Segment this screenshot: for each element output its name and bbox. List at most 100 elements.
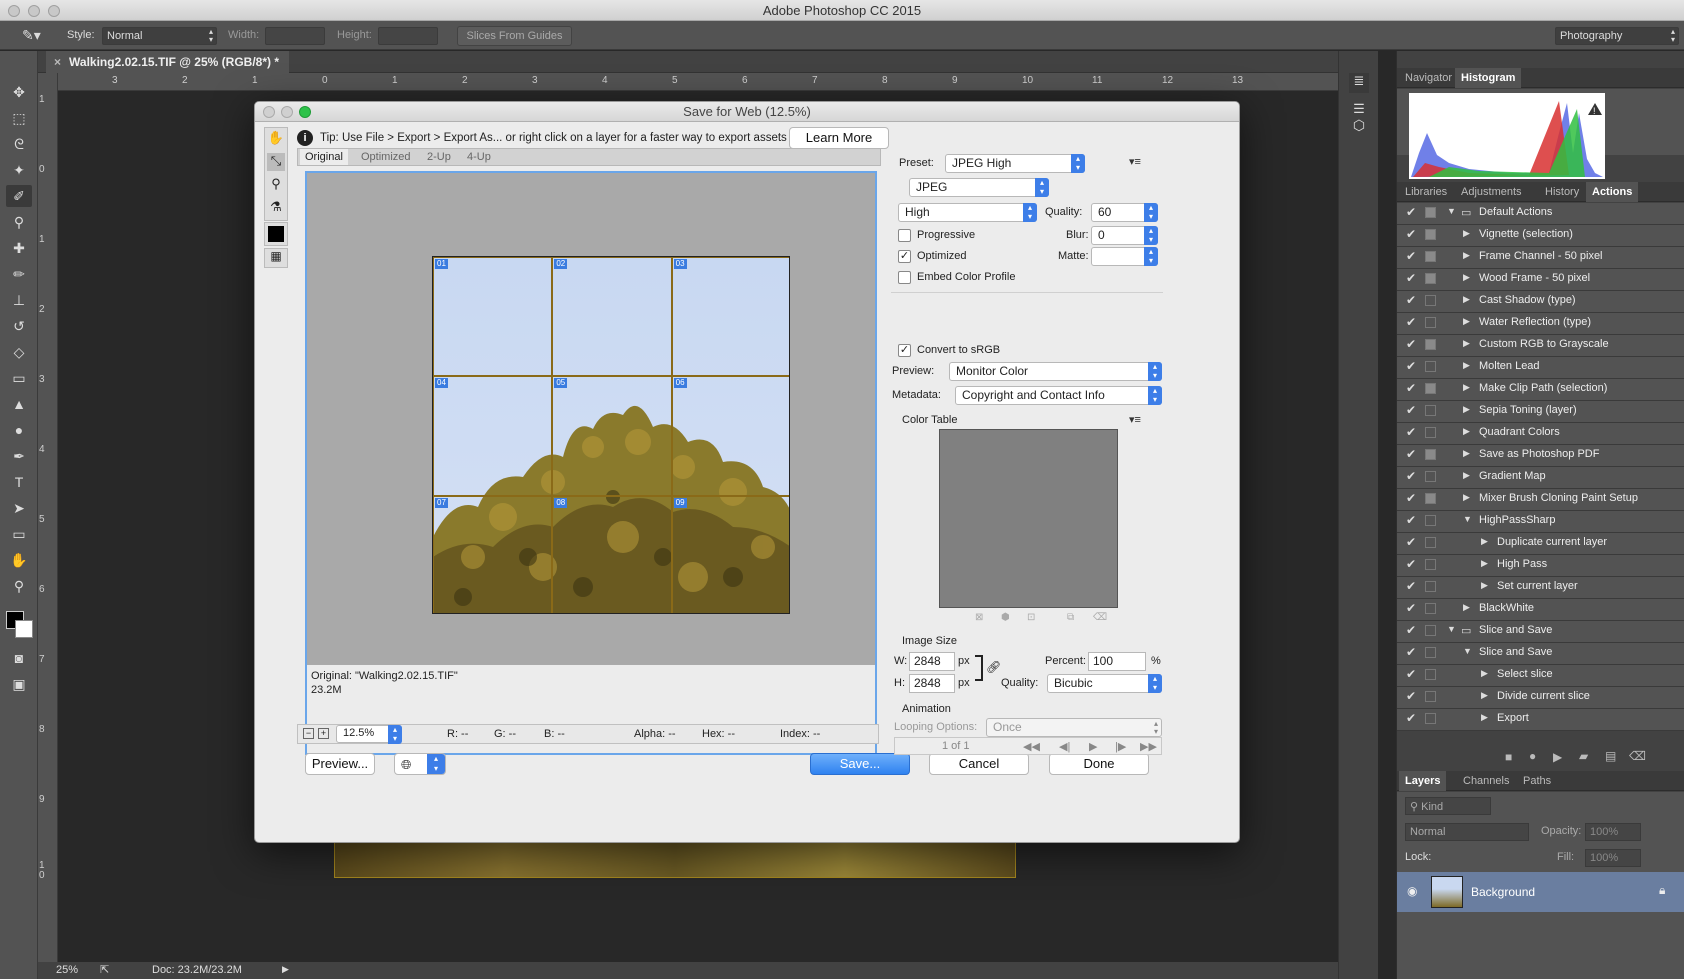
record-icon[interactable]: ● [1529,749,1536,763]
action-enabled-check[interactable]: ✔ [1406,469,1416,483]
action-enabled-check[interactable]: ✔ [1406,579,1416,593]
tab-paths[interactable]: Paths [1517,771,1557,791]
progressive-checkbox[interactable] [898,229,911,242]
path-selection-tool-icon[interactable]: ➤ [6,497,32,519]
lasso-tool-icon[interactable]: ᘓ [6,133,32,155]
dialog-toggle-box[interactable] [1425,471,1436,482]
width-input[interactable]: 2848 [909,652,955,671]
dialog-toggle-box[interactable] [1425,581,1436,592]
dialog-toggle-box[interactable] [1425,691,1436,702]
action-enabled-check[interactable]: ✔ [1406,535,1416,549]
zoom-window-button[interactable] [48,5,60,17]
slice-tool-icon[interactable]: ✎▾ [22,27,41,44]
dialog-toggle-box[interactable] [1425,229,1436,240]
expand-closed-icon[interactable]: ▶ [1463,360,1470,371]
web-shift-icon[interactable]: ⬢ [1001,612,1010,623]
workspace-select[interactable]: Photography ▴ ▾ [1555,27,1679,45]
action-item[interactable]: ✔ ▼ HighPassSharp [1397,511,1684,533]
quality-input[interactable]: 60 ▴ ▾ [1091,203,1158,222]
tab-history[interactable]: History [1539,182,1585,202]
move-tool-icon[interactable]: ✥ [6,81,32,103]
expand-closed-icon[interactable]: ▶ [1481,580,1488,591]
action-enabled-check[interactable]: ✔ [1406,447,1416,461]
brush-tool-icon[interactable]: ✏ [6,263,32,285]
blend-mode-select[interactable]: Normal [1405,823,1529,841]
action-enabled-check[interactable]: ✔ [1406,381,1416,395]
screen-mode-icon[interactable]: ▣ [6,673,32,695]
action-item[interactable]: ✔ ▶ Gradient Map [1397,467,1684,489]
action-enabled-check[interactable]: ✔ [1406,425,1416,439]
quick-mask-icon[interactable]: ◙ [6,647,32,669]
action-item[interactable]: ✔ ▶ Mixer Brush Cloning Paint Setup [1397,489,1684,511]
hand-tool-icon[interactable]: ✋ [267,130,285,148]
dialog-toggle-box[interactable] [1425,295,1436,306]
dialog-zoom-button[interactable] [299,106,311,118]
action-enabled-check[interactable]: ✔ [1406,205,1416,219]
action-enabled-check[interactable]: ✔ [1406,293,1416,307]
height-input[interactable]: 2848 [909,674,955,693]
zoom-tool-icon[interactable]: ⚲ [267,176,285,194]
pen-tool-icon[interactable]: ✒ [6,445,32,467]
layer-row-background[interactable]: ◉ Background 🔒︎ [1397,872,1684,912]
status-menu-icon[interactable]: ▶ [282,964,289,975]
slice[interactable]: 08 [552,495,672,613]
action-item[interactable]: ✔ ▶ Vignette (selection) [1397,225,1684,247]
width-input[interactable] [265,27,325,45]
dialog-toggle-box[interactable] [1425,537,1436,548]
dialog-close-button[interactable] [263,106,275,118]
resample-select[interactable]: Bicubic ▴ ▾ [1047,674,1162,693]
dialog-toggle-box[interactable] [1425,405,1436,416]
action-item[interactable]: ✔ ▶ Custom RGB to Grayscale [1397,335,1684,357]
dodge-tool-icon[interactable]: ● [6,419,32,441]
stop-icon[interactable]: ■ [1505,750,1512,764]
document-tab[interactable]: × Walking2.02.15.TIF @ 25% (RGB/8*) * [46,51,289,73]
action-enabled-check[interactable]: ✔ [1406,359,1416,373]
optimize-menu-icon[interactable]: ▾≡ [1129,155,1141,168]
new-set-icon[interactable]: ▰ [1579,749,1588,763]
action-enabled-check[interactable]: ✔ [1406,689,1416,703]
expand-open-icon[interactable]: ▼ [1447,206,1456,216]
slice[interactable]: 04 [433,376,553,496]
action-item[interactable]: ✔ ▶ Water Reflection (type) [1397,313,1684,335]
preview-button[interactable]: Preview... [305,753,375,775]
expand-closed-icon[interactable]: ▶ [1463,228,1470,239]
dialog-minimize-button[interactable] [281,106,293,118]
expand-open-icon[interactable]: ▼ [1447,624,1456,634]
slice[interactable]: 09 [671,495,789,613]
expand-closed-icon[interactable]: ▶ [1463,426,1470,437]
action-item[interactable]: ✔ ▼ ▭ Default Actions [1397,203,1684,225]
zoom-in-icon[interactable]: + [318,728,329,739]
expand-closed-icon[interactable]: ▶ [1463,470,1470,481]
done-button[interactable]: Done [1049,753,1149,775]
action-enabled-check[interactable]: ✔ [1406,513,1416,527]
action-item[interactable]: ✔ ▶ High Pass [1397,555,1684,577]
gradient-tool-icon[interactable]: ▭ [6,367,32,389]
history-brush-tool-icon[interactable]: ↺ [6,315,32,337]
action-item[interactable]: ✔ ▼ Slice and Save [1397,643,1684,665]
fill-input[interactable]: 100% [1585,849,1641,867]
dialog-toggle-box[interactable] [1425,317,1436,328]
first-frame-icon[interactable]: ◀◀ [1023,740,1040,753]
dialog-toggle-box[interactable] [1425,493,1436,504]
expand-closed-icon[interactable]: ▶ [1463,448,1470,459]
new-action-icon[interactable]: ▤ [1605,749,1616,763]
visibility-eye-icon[interactable]: ◉ [1407,884,1417,898]
delete-color-icon[interactable]: ⌫ [1093,612,1107,623]
eraser-tool-icon[interactable]: ◇ [6,341,32,363]
dialog-toggle-box[interactable] [1425,713,1436,724]
background-color-swatch[interactable] [15,620,33,638]
healing-brush-tool-icon[interactable]: ✚ [6,237,32,259]
play-icon[interactable]: ▶ [1089,740,1097,753]
marquee-tool-icon[interactable]: ⬚ [6,107,32,129]
expand-closed-icon[interactable]: ▶ [1463,338,1470,349]
action-enabled-check[interactable]: ✔ [1406,249,1416,263]
format-select[interactable]: JPEG ▴ ▾ [909,178,1049,197]
convert-srgb-checkbox[interactable]: ✓ [898,344,911,357]
hand-tool-icon[interactable]: ✋ [6,549,32,571]
dialog-toggle-box[interactable] [1425,625,1436,636]
tab-optimized[interactable]: Optimized [356,149,416,165]
action-item[interactable]: ✔ ▶ Quadrant Colors [1397,423,1684,445]
optimized-checkbox[interactable]: ✓ [898,250,911,263]
zoom-tool-icon[interactable]: ⚲ [6,575,32,597]
tab-adjustments[interactable]: Adjustments [1455,182,1528,202]
